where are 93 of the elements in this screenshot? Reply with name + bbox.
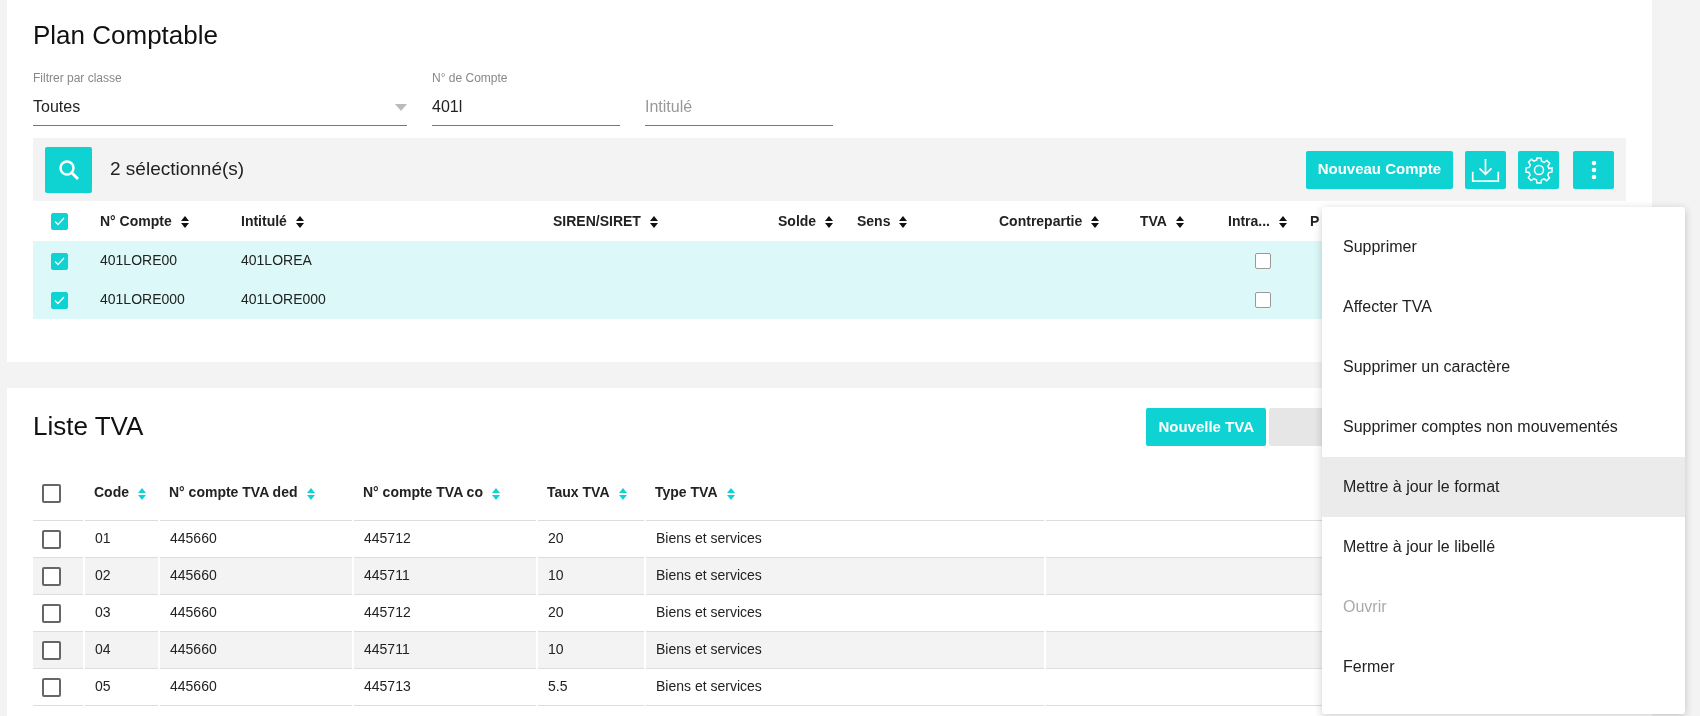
table-cell: 445660 xyxy=(170,567,217,583)
checkbox[interactable] xyxy=(42,566,61,586)
input-field[interactable]: Intitulé xyxy=(645,93,833,127)
checkbox[interactable] xyxy=(1255,253,1271,270)
page-title: Plan Comptable xyxy=(33,20,219,52)
checkbox[interactable] xyxy=(42,677,61,697)
sort-icon xyxy=(137,486,147,501)
table-cell: 04 xyxy=(95,641,111,657)
checkbox[interactable] xyxy=(42,529,61,549)
column-header[interactable]: P xyxy=(1310,212,1320,229)
search-button[interactable] xyxy=(45,146,92,193)
column-header[interactable]: Type TVA xyxy=(655,484,718,501)
table-cell: 401LOREA xyxy=(241,252,312,269)
checkbox[interactable] xyxy=(42,484,61,504)
sort-icon xyxy=(648,215,659,229)
settings-button[interactable] xyxy=(1518,150,1559,189)
table-cell: 401LORE000 xyxy=(100,291,185,308)
column-header[interactable]: N° Compte xyxy=(100,212,172,229)
column-header[interactable]: SIREN/SIRET xyxy=(553,212,641,229)
table-cell: 445711 xyxy=(364,567,410,583)
table-cell: 10 xyxy=(548,641,564,657)
table-cell: 02 xyxy=(95,567,111,583)
settings-icon xyxy=(1524,155,1553,184)
column-header[interactable]: N° compte TVA ded xyxy=(169,484,298,501)
checkbox[interactable] xyxy=(1255,292,1271,309)
column-header[interactable]: TVA xyxy=(1140,212,1167,229)
table-cell: 20 xyxy=(548,530,564,546)
check-icon xyxy=(54,296,65,305)
download-button[interactable] xyxy=(1465,150,1506,189)
column-header[interactable]: Taux TVA xyxy=(547,484,610,501)
checkbox[interactable] xyxy=(51,292,68,309)
table-cell: 445660 xyxy=(170,641,217,657)
column-header[interactable]: Code xyxy=(94,484,129,501)
sort-icon xyxy=(1090,215,1101,229)
table-cell: 445712 xyxy=(364,604,411,620)
check-icon xyxy=(54,217,65,227)
table-cell: 445660 xyxy=(170,604,217,620)
table-cell: 401LORE00 xyxy=(100,252,178,269)
table-cell: 03 xyxy=(95,604,111,620)
table-cell: Biens et services xyxy=(656,678,762,694)
table-cell: 445711 xyxy=(364,641,410,657)
table-cell: Biens et services xyxy=(656,567,762,583)
sort-icon xyxy=(725,486,736,501)
column-header[interactable]: N° compte TVA co xyxy=(363,484,483,501)
table-cell: 20 xyxy=(548,604,564,620)
table-cell: Biens et services xyxy=(656,604,762,620)
sort-icon xyxy=(1278,215,1288,229)
sort-icon xyxy=(305,486,316,501)
more-options-icon xyxy=(1590,159,1597,180)
column-header[interactable]: Intitulé xyxy=(241,212,287,229)
section-title: Liste TVA xyxy=(33,411,144,443)
table-cell: 05 xyxy=(95,678,111,694)
table-cell: 401LORE000 xyxy=(241,291,326,308)
table-cell: 445660 xyxy=(170,678,217,694)
input-field[interactable]: 401l xyxy=(432,93,620,127)
checkbox[interactable] xyxy=(42,603,61,623)
selection-count: 2 sélectionné(s) xyxy=(110,157,245,182)
table-cell: 445660 xyxy=(170,530,217,546)
column-header[interactable]: Intra... xyxy=(1228,212,1270,229)
check-icon xyxy=(54,257,65,266)
menu-item[interactable]: Supprimer comptes non mouvementés xyxy=(1322,397,1685,457)
field-label: Filtrer par classe xyxy=(33,70,123,88)
menu-item[interactable]: Affecter TVA xyxy=(1322,277,1685,337)
menu-item[interactable]: Supprimer un caractère xyxy=(1322,337,1685,397)
checkbox[interactable] xyxy=(51,213,68,231)
table-cell: Biens et services xyxy=(656,641,762,657)
table-cell: 10 xyxy=(548,567,564,583)
checkbox[interactable] xyxy=(42,640,61,660)
menu-item[interactable]: Fermer xyxy=(1322,637,1685,697)
column-header[interactable]: Contrepartie xyxy=(999,212,1083,229)
menu-item[interactable]: Supprimer xyxy=(1322,217,1685,277)
sort-icon xyxy=(179,215,190,229)
dropdown-arrow-icon xyxy=(395,103,407,111)
column-header[interactable]: Solde xyxy=(778,212,817,229)
sort-icon xyxy=(617,486,628,501)
menu-item[interactable]: Mettre à jour le libellé xyxy=(1322,517,1685,577)
more-options-button[interactable] xyxy=(1573,150,1614,189)
table-cell: 01 xyxy=(95,530,111,546)
sort-icon xyxy=(824,215,835,229)
column-header[interactable]: Sens xyxy=(857,212,891,229)
checkbox[interactable] xyxy=(51,253,68,270)
sort-icon xyxy=(898,215,909,229)
table-cell: 445713 xyxy=(364,678,411,694)
table-cell: Biens et services xyxy=(656,530,762,546)
menu-item[interactable]: Mettre à jour le format xyxy=(1322,457,1685,517)
field-label: N° de Compte xyxy=(432,70,509,88)
sort-icon xyxy=(294,215,305,229)
sort-icon xyxy=(1174,215,1185,229)
search-icon xyxy=(57,158,80,181)
select-field[interactable]: Toutes xyxy=(33,93,407,127)
table-cell: 445712 xyxy=(364,530,411,546)
table-cell: 5.5 xyxy=(548,678,568,694)
sort-icon xyxy=(490,486,501,501)
